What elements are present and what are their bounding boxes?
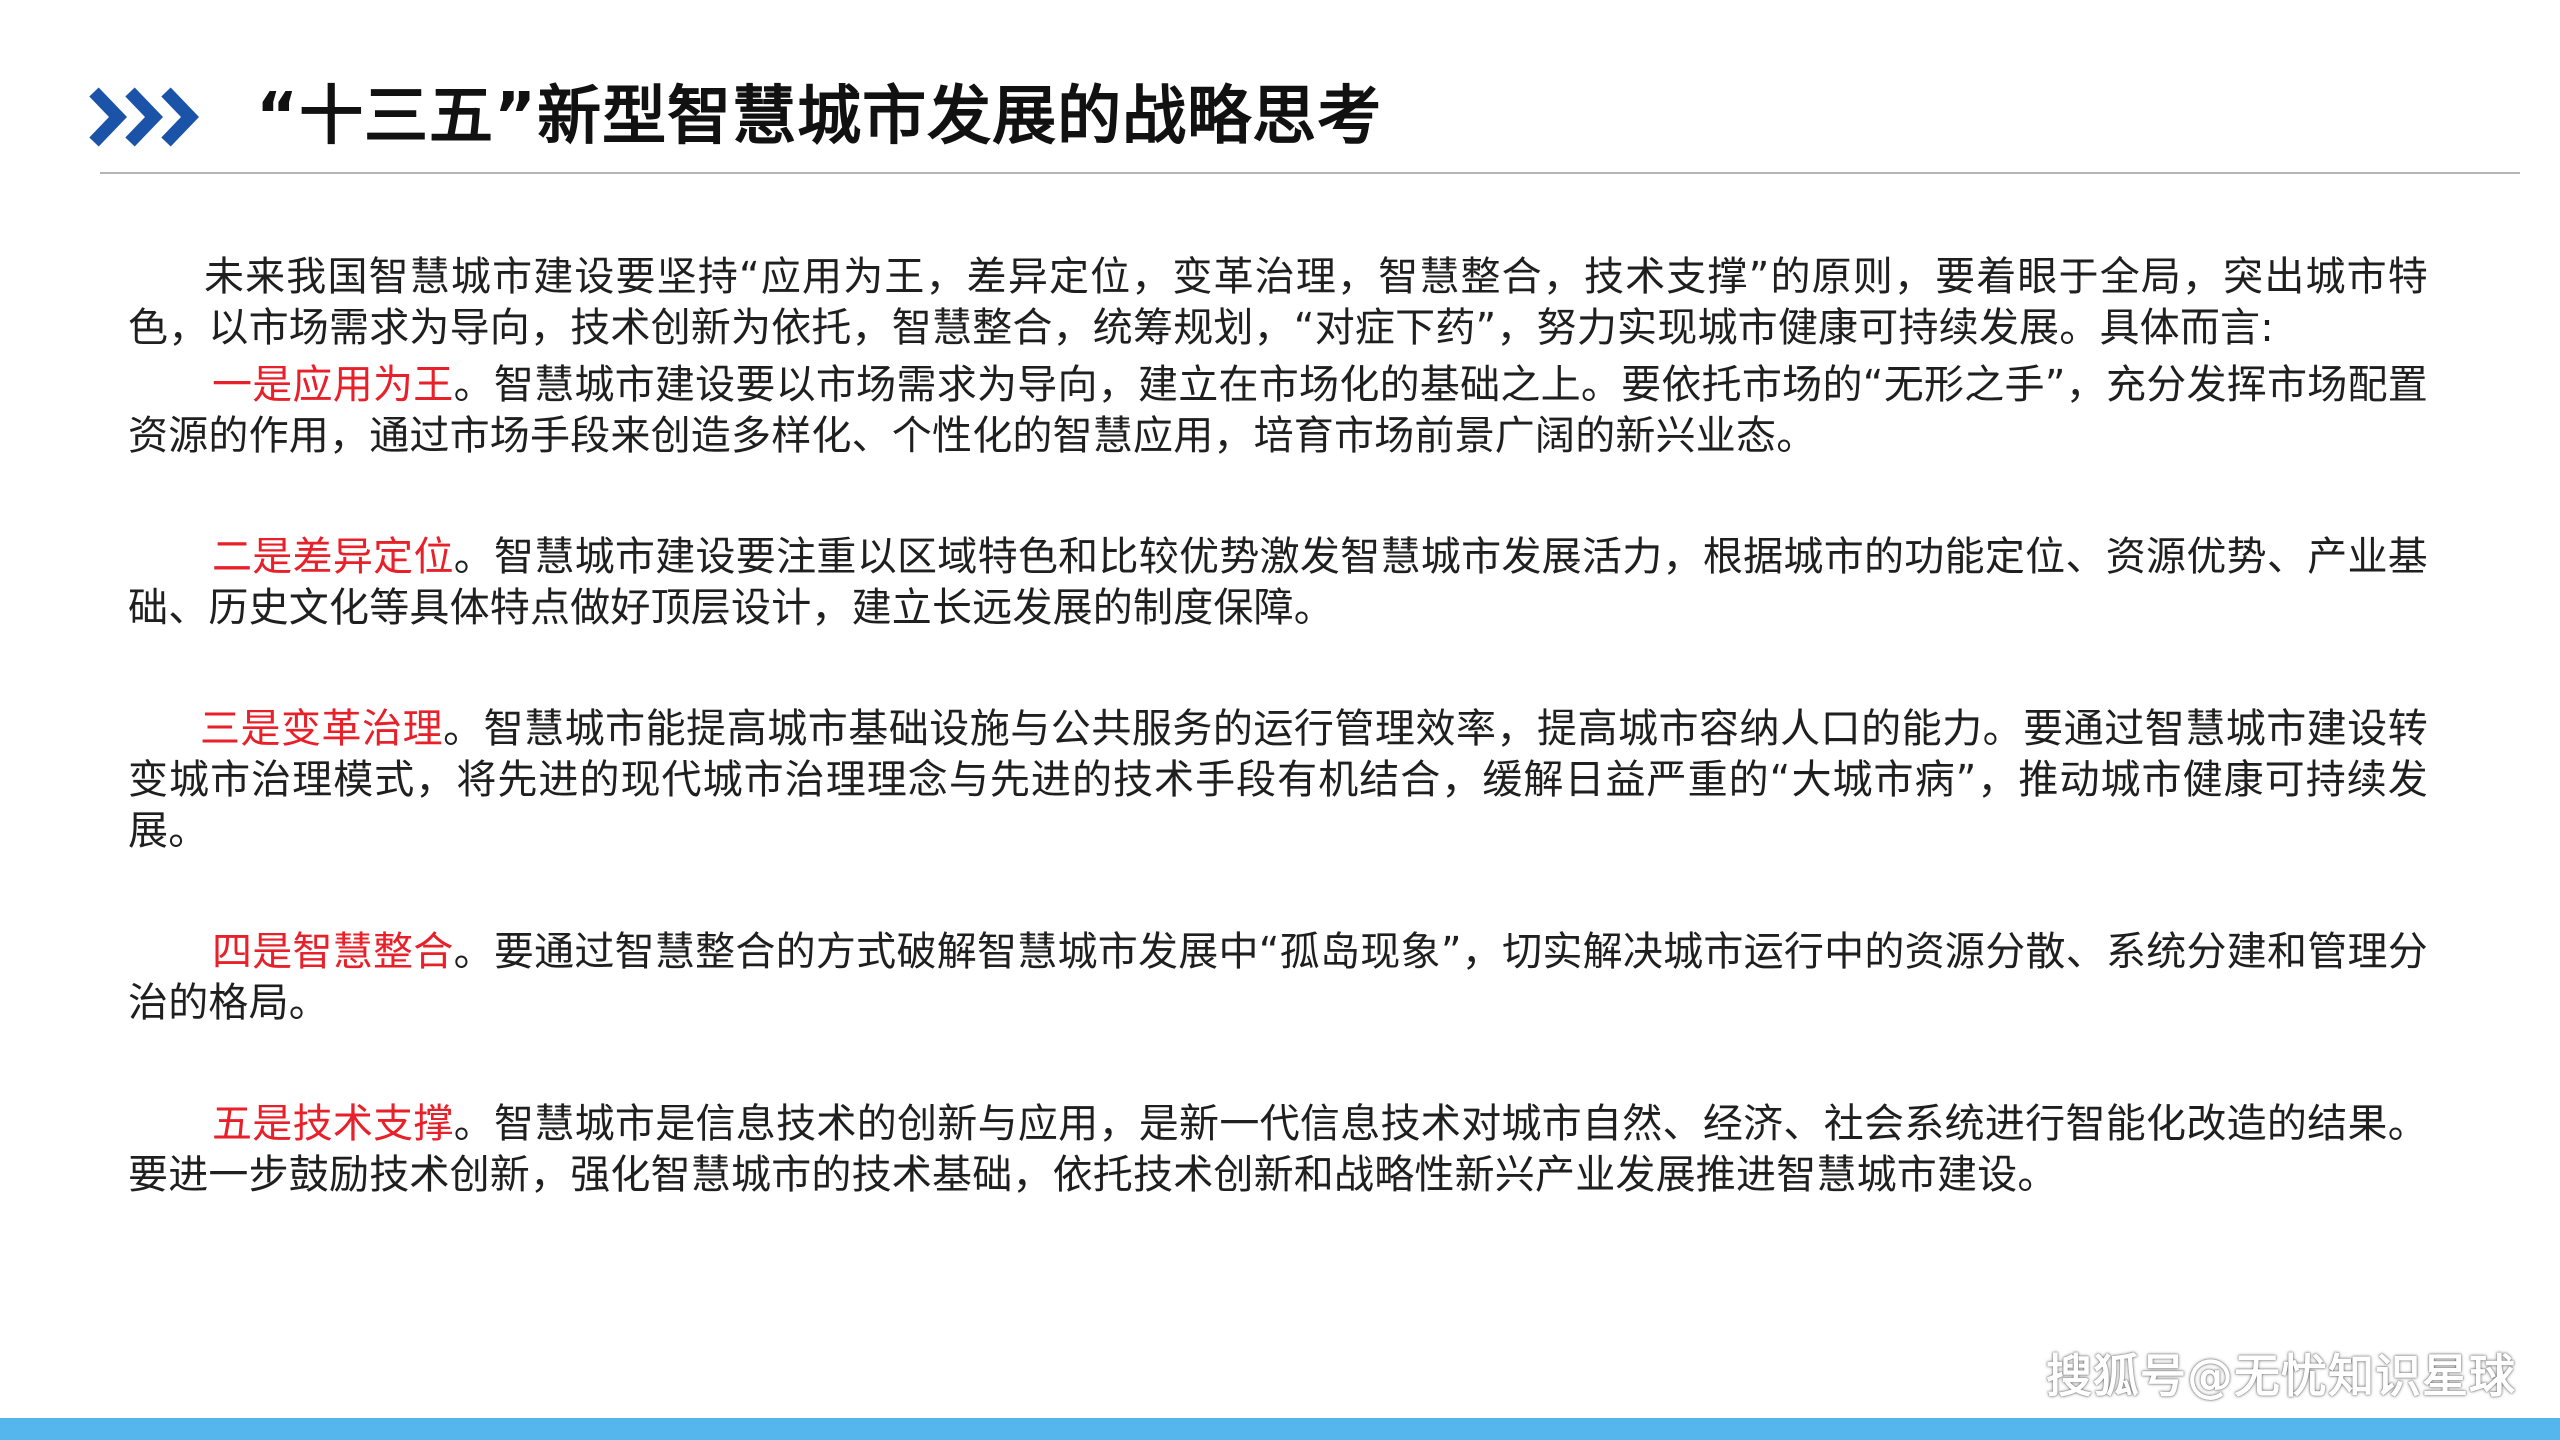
bottom-accent-bar xyxy=(0,1418,2560,1440)
slide-body: 未来我国智慧城市建设要坚持“应用为王，差异定位，变革治理，智慧整合，技术支撑”的… xyxy=(128,252,2428,1201)
principle-paragraph-1: 一是应用为王。智慧城市建设要以市场需求为导向，建立在市场化的基础之上。要依托市场… xyxy=(128,360,2428,462)
principle-paragraph-2: 二是差异定位。智慧城市建设要注重以区域特色和比较优势激发智慧城市发展活力，根据城… xyxy=(128,532,2428,634)
principle-text: 。要通过智慧整合的方式破解智慧城市发展中“孤岛现象”，切实解决城市运行中的资源分… xyxy=(128,929,2429,1026)
principle-paragraph-3: 三是变革治理。智慧城市能提高城市基础设施与公共服务的运行管理效率，提高城市容纳人… xyxy=(128,704,2428,857)
watermark: 搜狐号@无忧知识星球 xyxy=(2046,1349,2516,1403)
page-title: “十三五”新型智慧城市发展的战略思考 xyxy=(256,80,1383,154)
principle-heading: 五是技术支撑 xyxy=(212,1101,454,1147)
principle-heading: 三是变革治理 xyxy=(200,706,444,752)
principle-paragraph-4: 四是智慧整合。要通过智慧整合的方式破解智慧城市发展中“孤岛现象”，切实解决城市运… xyxy=(128,927,2428,1029)
principle-text: 。智慧城市能提高城市基础设施与公共服务的运行管理效率，提高城市容纳人口的能力。要… xyxy=(128,706,2428,854)
intro-paragraph: 未来我国智慧城市建设要坚持“应用为王，差异定位，变革治理，智慧整合，技术支撑”的… xyxy=(128,254,2428,351)
principle-heading: 四是智慧整合 xyxy=(212,929,454,975)
principle-text: 。智慧城市是信息技术的创新与应用，是新一代信息技术对城市自然、经济、社会系统进行… xyxy=(128,1101,2428,1198)
principle-heading: 一是应用为王 xyxy=(212,362,454,408)
chevron-right-icon xyxy=(89,87,200,147)
principle-text: 。智慧城市建设要以市场需求为导向，建立在市场化的基础之上。要依托市场的“无形之手… xyxy=(128,362,2429,459)
principle-paragraph-5: 五是技术支撑。智慧城市是信息技术的创新与应用，是新一代信息技术对城市自然、经济、… xyxy=(128,1099,2428,1201)
principle-text: 。智慧城市建设要注重以区域特色和比较优势激发智慧城市发展活力，根据城市的功能定位… xyxy=(128,534,2428,631)
principle-heading: 二是差异定位 xyxy=(212,534,454,580)
header-divider xyxy=(100,172,2520,174)
slide-header: “十三五”新型智慧城市发展的战略思考 xyxy=(88,62,2488,172)
